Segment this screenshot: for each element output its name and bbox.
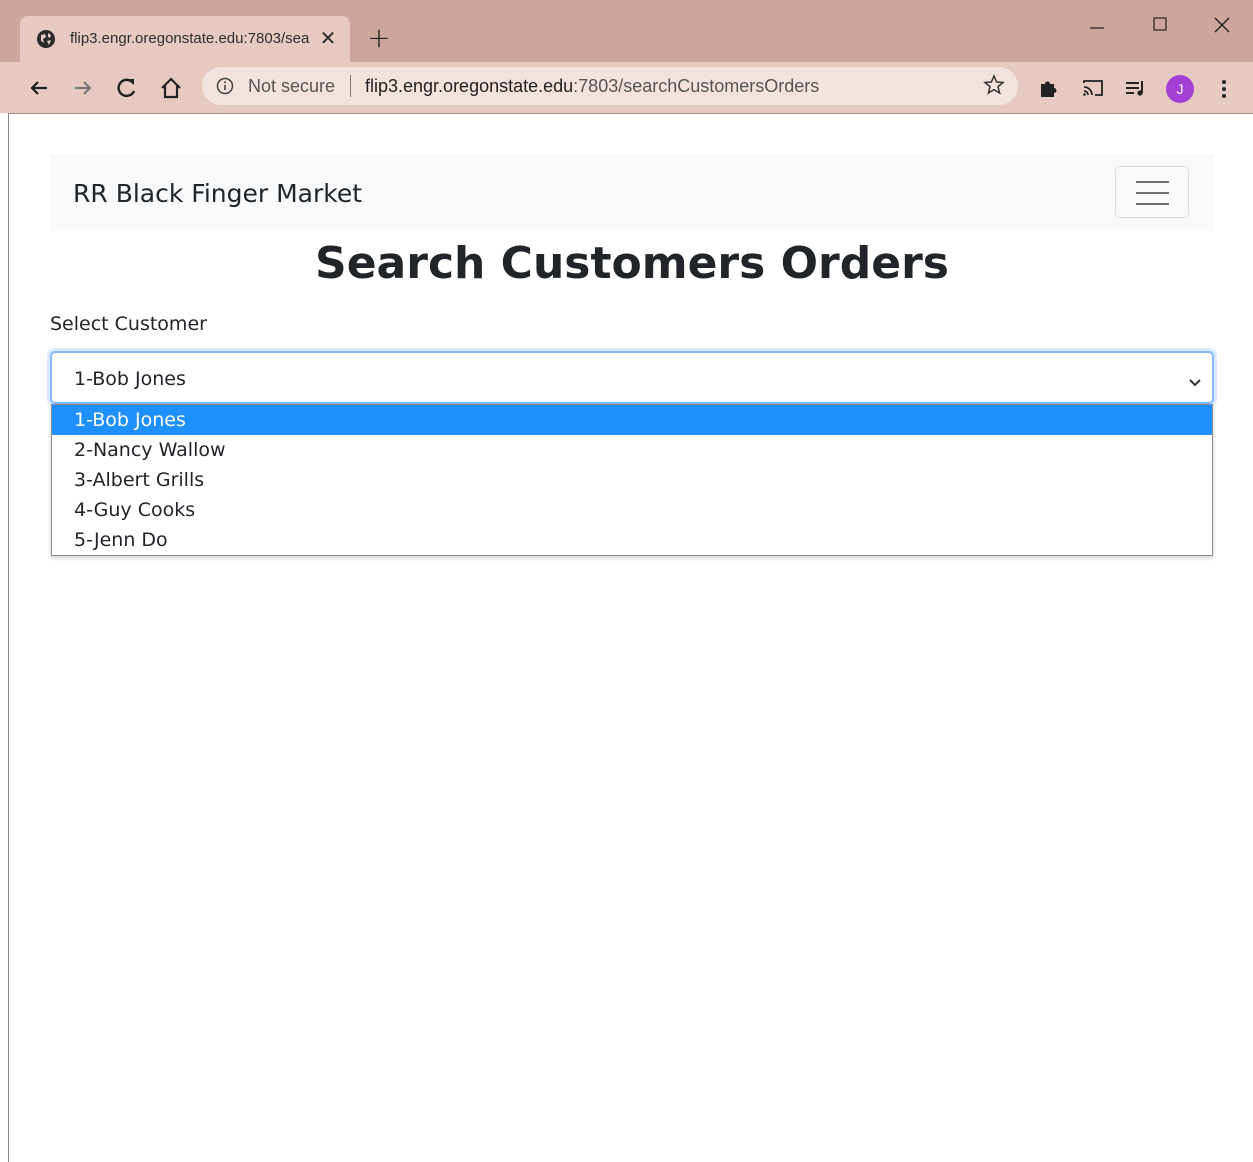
customer-option[interactable]: 1-Bob Jones	[52, 405, 1212, 435]
bookmark-star-icon[interactable]	[982, 73, 1006, 97]
close-window-icon[interactable]	[1199, 6, 1245, 46]
navbar-brand[interactable]: RR Black Finger Market	[73, 179, 362, 208]
hamburger-line	[1136, 192, 1169, 194]
reload-icon[interactable]	[113, 74, 141, 102]
customer-dropdown-list: 1-Bob Jones 2-Nancy Wallow 3-Albert Gril…	[51, 404, 1213, 556]
chevron-down-icon	[1188, 373, 1202, 387]
home-icon[interactable]	[157, 74, 185, 102]
close-tab-icon[interactable]: ✕	[318, 26, 338, 50]
cast-icon[interactable]	[1081, 76, 1105, 100]
hamburger-line	[1136, 181, 1169, 183]
browser-tab[interactable]: flip3.engr.oregonstate.edu:7803/searchCu…	[20, 16, 350, 62]
hamburger-line	[1136, 203, 1169, 205]
extensions-puzzle-icon[interactable]	[1037, 76, 1061, 100]
globe-icon	[37, 30, 55, 48]
maximize-icon[interactable]	[1137, 6, 1183, 46]
customer-option[interactable]: 5-Jenn Do	[52, 525, 1212, 555]
browser-toolbar: Not secure flip3.engr.oregonstate.edu:78…	[0, 62, 1253, 114]
select-customer-label: Select Customer	[50, 313, 207, 335]
more-menu-icon[interactable]	[1214, 76, 1234, 102]
address-bar[interactable]: Not secure flip3.engr.oregonstate.edu:78…	[202, 67, 1018, 105]
tab-title: flip3.engr.oregonstate.edu:7803/searchCu…	[70, 30, 310, 47]
url-path: :7803/searchCustomersOrders	[573, 76, 820, 96]
url-host: flip3.engr.oregonstate.edu	[365, 76, 574, 96]
profile-avatar[interactable]: J	[1166, 75, 1194, 103]
info-icon[interactable]	[216, 77, 234, 95]
omnibox-divider	[350, 75, 351, 97]
customer-option[interactable]: 3-Albert Grills	[52, 465, 1212, 495]
navbar-toggler-button[interactable]	[1115, 166, 1189, 218]
back-arrow-icon[interactable]	[25, 74, 53, 102]
media-queue-icon[interactable]	[1124, 76, 1148, 100]
site-navbar: RR Black Finger Market	[50, 154, 1214, 231]
customer-select-value: 1-Bob Jones	[74, 368, 186, 390]
customer-select[interactable]: 1-Bob Jones	[50, 351, 1214, 404]
customer-option[interactable]: 4-Guy Cooks	[52, 495, 1212, 525]
browser-titlebar: flip3.engr.oregonstate.edu:7803/searchCu…	[0, 0, 1253, 62]
page-title: Search Customers Orders	[315, 238, 949, 289]
security-status[interactable]: Not secure	[248, 76, 335, 97]
minimize-icon[interactable]	[1074, 6, 1120, 46]
new-tab-button[interactable]: +	[366, 24, 392, 52]
customer-option[interactable]: 2-Nancy Wallow	[52, 435, 1212, 465]
forward-arrow-icon[interactable]	[69, 74, 97, 102]
url-text[interactable]: flip3.engr.oregonstate.edu:7803/searchCu…	[365, 76, 819, 97]
